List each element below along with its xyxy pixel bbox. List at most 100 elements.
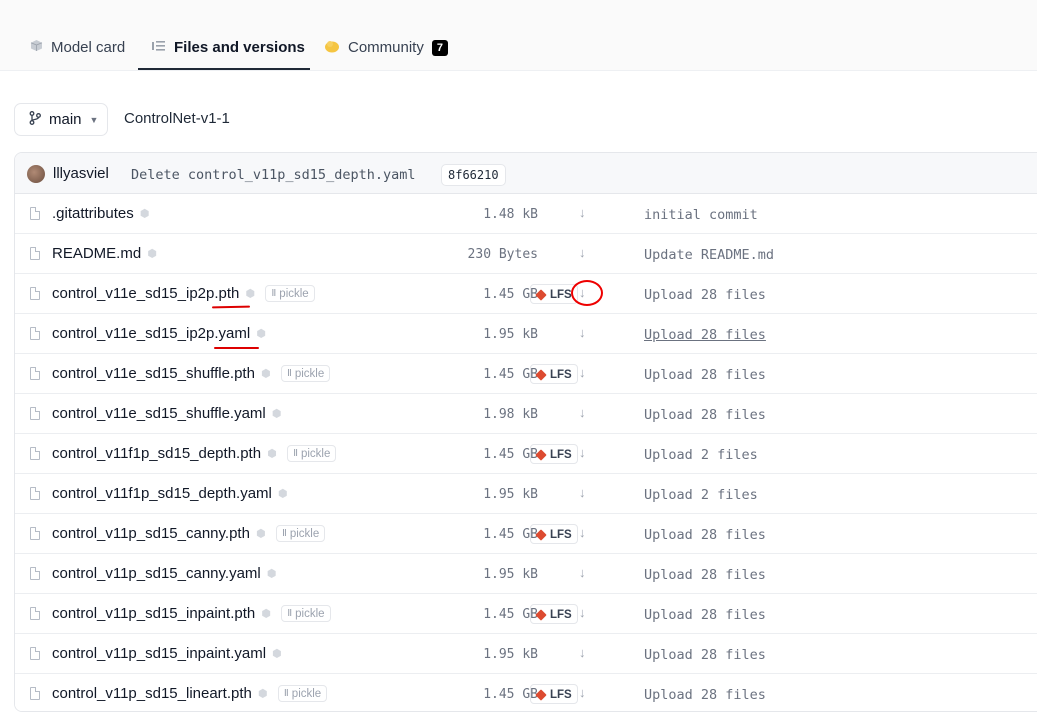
cube-icon bbox=[30, 39, 43, 56]
file-commit-link[interactable]: Upload 28 files bbox=[644, 287, 766, 303]
lfs-badge: LFS bbox=[530, 444, 578, 464]
file-name: control_v11f1p_sd15_depth.yaml bbox=[52, 485, 272, 502]
file-commit-link[interactable]: initial commit bbox=[644, 207, 758, 223]
download-icon[interactable]: ↓ bbox=[579, 485, 586, 500]
file-row: control_v11f1p_sd15_depth.yaml ⬢ 1.95 kB ↓ U… bbox=[15, 474, 1037, 514]
pickle-tag[interactable]: Ⅱpickle bbox=[280, 365, 331, 382]
file-commit-link[interactable]: Upload 2 files bbox=[644, 447, 758, 463]
file-commit-link[interactable]: Upload 28 files bbox=[644, 367, 766, 383]
pickle-tag[interactable]: Ⅱpickle bbox=[275, 525, 326, 542]
annotation-underline bbox=[214, 347, 259, 349]
file-name-link[interactable]: control_v11e_sd15_shuffle.pth ⬢ Ⅱpickle bbox=[52, 365, 331, 382]
branch-selector[interactable]: main ▼ bbox=[14, 103, 108, 136]
file-name-link[interactable]: control_v11p_sd15_canny.pth ⬢ Ⅱpickle bbox=[52, 525, 326, 542]
lfs-label: LFS bbox=[550, 289, 572, 301]
file-icon bbox=[30, 207, 40, 220]
file-commit-link[interactable]: Upload 28 files bbox=[644, 327, 766, 343]
commit-hash[interactable]: 8f66210 bbox=[441, 164, 506, 186]
shield-check-icon: ⬢ bbox=[245, 287, 255, 300]
tab-label: Community bbox=[348, 39, 424, 56]
tab-community[interactable]: Community 7 bbox=[324, 24, 448, 71]
pickle-icon: Ⅱ bbox=[287, 608, 293, 619]
file-name: control_v11e_sd15_shuffle.yaml bbox=[52, 405, 266, 422]
file-size: 1.95 kB bbox=[483, 567, 538, 582]
file-name-link[interactable]: control_v11f1p_sd15_depth.pth ⬢ Ⅱpickle bbox=[52, 445, 337, 462]
download-icon[interactable]: ↓ bbox=[579, 645, 586, 660]
file-name-link[interactable]: control_v11p_sd15_inpaint.pth ⬢ Ⅱpickle bbox=[52, 605, 331, 622]
file-icon bbox=[30, 647, 40, 660]
file-name-link[interactable]: control_v11p_sd15_canny.yaml ⬢ bbox=[52, 565, 277, 582]
pickle-icon: Ⅱ bbox=[281, 528, 287, 539]
file-row: control_v11p_sd15_canny.pth ⬢ Ⅱpickle 1.45 … bbox=[15, 514, 1037, 554]
pickle-tag[interactable]: Ⅱpickle bbox=[287, 445, 337, 462]
file-commit-link[interactable]: Upload 28 files bbox=[644, 407, 766, 423]
file-name-link[interactable]: control_v11p_sd15_lineart.pth ⬢ Ⅱpickle bbox=[52, 685, 328, 702]
download-icon[interactable]: ↓ bbox=[579, 325, 586, 340]
file-row: .gitattributes ⬢ 1.48 kB ↓ initial commit bbox=[15, 194, 1037, 234]
file-name: .gitattributes bbox=[52, 205, 134, 222]
download-icon[interactable]: ↓ bbox=[579, 405, 586, 420]
pickle-label: pickle bbox=[279, 287, 309, 300]
tab-files-and-versions[interactable]: Files and versions bbox=[152, 24, 305, 71]
file-name-link[interactable]: .gitattributes ⬢ bbox=[52, 205, 150, 222]
file-name-link[interactable]: control_v11f1p_sd15_depth.yaml ⬢ bbox=[52, 485, 288, 502]
lfs-label: LFS bbox=[550, 689, 572, 701]
file-name-link[interactable]: README.md ⬢ bbox=[52, 245, 157, 262]
lfs-badge: LFS bbox=[530, 524, 578, 544]
file-size: 230 Bytes bbox=[467, 247, 538, 262]
file-name: control_v11p_sd15_canny.yaml bbox=[52, 565, 261, 582]
download-icon[interactable]: ↓ bbox=[579, 245, 586, 260]
file-commit-link[interactable]: Upload 28 files bbox=[644, 527, 766, 543]
lfs-badge: LFS bbox=[530, 364, 578, 384]
file-icon bbox=[30, 487, 40, 500]
file-name-link[interactable]: control_v11e_sd15_shuffle.yaml ⬢ bbox=[52, 405, 282, 422]
download-icon[interactable]: ↓ bbox=[579, 605, 586, 620]
file-name: control_v11p_sd15_lineart.pth bbox=[52, 685, 252, 702]
shield-check-icon: ⬢ bbox=[267, 447, 277, 460]
pickle-tag[interactable]: Ⅱpickle bbox=[265, 285, 315, 302]
file-size: 1.95 kB bbox=[483, 487, 538, 502]
tab-model-card[interactable]: Model card bbox=[30, 24, 125, 71]
file-row: control_v11e_sd15_shuffle.yaml ⬢ 1.98 kB ↓ U… bbox=[15, 394, 1037, 434]
shield-check-icon: ⬢ bbox=[277, 487, 288, 500]
shield-check-icon: ⬢ bbox=[139, 207, 150, 220]
pickle-tag[interactable]: Ⅱpickle bbox=[281, 605, 331, 622]
download-icon[interactable]: ↓ bbox=[579, 365, 586, 380]
file-commit-link[interactable]: Upload 28 files bbox=[644, 567, 766, 583]
file-commit-link[interactable]: Update README.md bbox=[644, 247, 774, 263]
file-commit-link[interactable]: Upload 28 files bbox=[644, 687, 766, 703]
file-icon bbox=[30, 247, 40, 260]
file-row: control_v11p_sd15_inpaint.yaml ⬢ 1.95 kB ↓ U… bbox=[15, 634, 1037, 674]
file-icon bbox=[30, 407, 40, 420]
commit-author[interactable]: lllyasviel bbox=[53, 165, 109, 182]
lfs-badge: LFS bbox=[530, 604, 578, 624]
file-name-link[interactable]: control_v11e_sd15_ip2p.yaml ⬢ bbox=[52, 325, 266, 342]
branch-icon bbox=[29, 110, 41, 129]
repo-name: ControlNet-v1-1 bbox=[124, 110, 230, 127]
file-name: control_v11e_sd15_ip2p.pth bbox=[52, 285, 240, 302]
commit-message[interactable]: Delete control_v11p_sd15_depth.yaml bbox=[131, 167, 415, 183]
file-commit-link[interactable]: Upload 2 files bbox=[644, 487, 758, 503]
repo-tabs-bar: Model card Files and versions Community … bbox=[0, 0, 1037, 71]
download-icon[interactable]: ↓ bbox=[579, 525, 586, 540]
download-icon[interactable]: ↓ bbox=[579, 565, 586, 580]
shield-check-icon: ⬢ bbox=[256, 327, 266, 340]
avatar[interactable] bbox=[27, 165, 45, 183]
file-commit-link[interactable]: Upload 28 files bbox=[644, 607, 766, 623]
file-name: control_v11p_sd15_inpaint.yaml bbox=[52, 645, 267, 662]
download-icon[interactable]: ↓ bbox=[579, 445, 586, 460]
download-icon[interactable]: ↓ bbox=[579, 205, 586, 220]
community-count-badge: 7 bbox=[431, 39, 448, 56]
pickle-tag[interactable]: Ⅱpickle bbox=[277, 685, 328, 702]
file-size: 1.95 kB bbox=[483, 647, 538, 662]
file-row: control_v11p_sd15_canny.yaml ⬢ 1.95 kB ↓ Upl… bbox=[15, 554, 1037, 594]
file-commit-link[interactable]: Upload 28 files bbox=[644, 647, 766, 663]
shield-check-icon: ⬢ bbox=[271, 407, 282, 420]
file-name-link[interactable]: control_v11p_sd15_inpaint.yaml ⬢ bbox=[52, 645, 282, 662]
pickle-label: pickle bbox=[300, 447, 331, 460]
file-icon bbox=[30, 447, 40, 460]
file-icon bbox=[30, 687, 40, 700]
pickle-icon: Ⅱ bbox=[286, 368, 292, 379]
file-name-link[interactable]: control_v11e_sd15_ip2p.pth ⬢ Ⅱpickle bbox=[52, 285, 315, 302]
community-icon bbox=[324, 39, 340, 57]
